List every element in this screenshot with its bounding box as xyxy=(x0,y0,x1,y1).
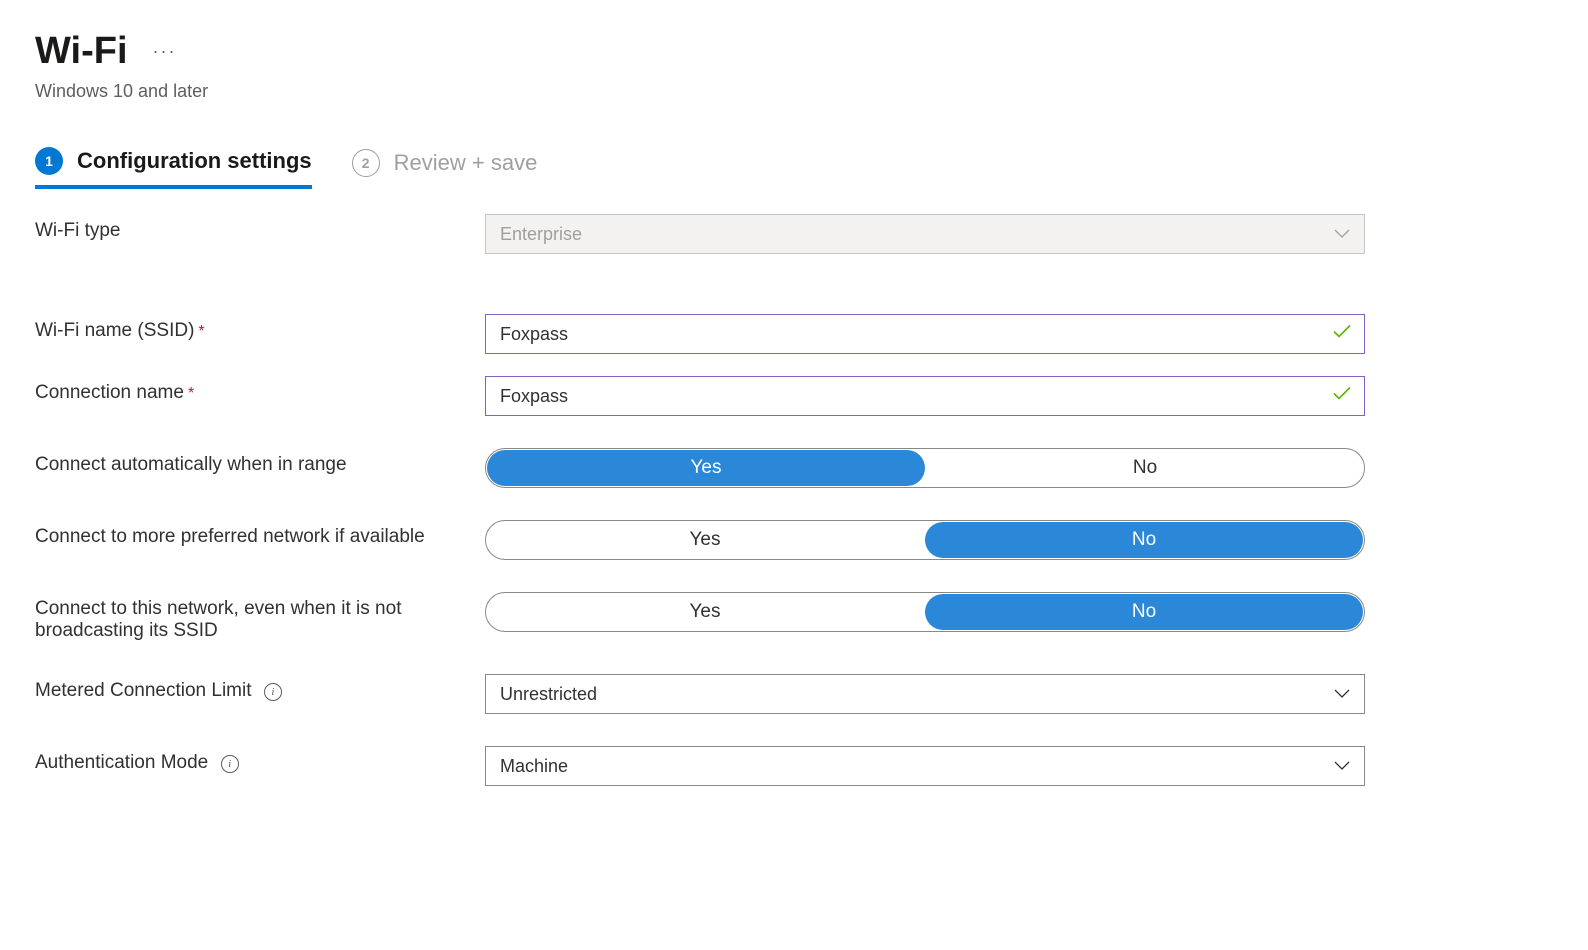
tab-configuration-settings[interactable]: 1 Configuration settings xyxy=(35,147,312,189)
wizard-tabs: 1 Configuration settings 2 Review + save xyxy=(35,147,1553,189)
connect-preferred-no[interactable]: No xyxy=(925,522,1363,558)
page-subtitle: Windows 10 and later xyxy=(35,81,1553,102)
connect-auto-toggle: Yes No xyxy=(485,448,1365,488)
connect-hidden-toggle: Yes No xyxy=(485,592,1365,632)
connection-name-input[interactable] xyxy=(500,386,1350,407)
ssid-label: Wi-Fi name (SSID) xyxy=(35,320,194,341)
tab-review-save[interactable]: 2 Review + save xyxy=(352,149,538,187)
connection-name-label: Connection name xyxy=(35,382,184,403)
connection-name-input-wrapper xyxy=(485,376,1365,416)
connect-hidden-label: Connect to this network, even when it is… xyxy=(35,598,401,641)
check-icon xyxy=(1332,324,1352,345)
tab-step-number: 1 xyxy=(35,147,63,175)
wifi-type-value: Enterprise xyxy=(500,224,582,245)
ssid-input-wrapper xyxy=(485,314,1365,354)
auth-mode-label: Authentication Mode xyxy=(35,752,208,773)
metered-value: Unrestricted xyxy=(500,684,597,705)
metered-select[interactable]: Unrestricted xyxy=(485,674,1365,714)
page-title: Wi-Fi xyxy=(35,30,128,73)
connect-auto-no[interactable]: No xyxy=(926,449,1364,487)
connect-auto-yes[interactable]: Yes xyxy=(487,450,925,486)
auth-mode-select[interactable]: Machine xyxy=(485,746,1365,786)
tab-step-number: 2 xyxy=(352,149,380,177)
connect-preferred-toggle: Yes No xyxy=(485,520,1365,560)
check-icon xyxy=(1332,386,1352,407)
required-indicator: * xyxy=(188,385,194,402)
connect-preferred-yes[interactable]: Yes xyxy=(486,521,924,559)
connect-hidden-no[interactable]: No xyxy=(925,594,1363,630)
more-actions-button[interactable]: ··· xyxy=(153,41,177,62)
tab-label: Configuration settings xyxy=(77,148,312,174)
ssid-input[interactable] xyxy=(500,324,1350,345)
tab-label: Review + save xyxy=(394,150,538,176)
connect-preferred-label: Connect to more preferred network if ava… xyxy=(35,526,425,547)
chevron-down-icon xyxy=(1334,689,1350,699)
required-indicator: * xyxy=(198,323,204,340)
chevron-down-icon xyxy=(1334,229,1350,239)
metered-label: Metered Connection Limit xyxy=(35,680,252,701)
info-icon[interactable]: i xyxy=(221,755,239,773)
chevron-down-icon xyxy=(1334,761,1350,771)
auth-mode-value: Machine xyxy=(500,756,568,777)
info-icon[interactable]: i xyxy=(264,683,282,701)
wifi-type-label: Wi-Fi type xyxy=(35,220,121,241)
connect-auto-label: Connect automatically when in range xyxy=(35,454,347,475)
wifi-type-select[interactable]: Enterprise xyxy=(485,214,1365,254)
connect-hidden-yes[interactable]: Yes xyxy=(486,593,924,631)
